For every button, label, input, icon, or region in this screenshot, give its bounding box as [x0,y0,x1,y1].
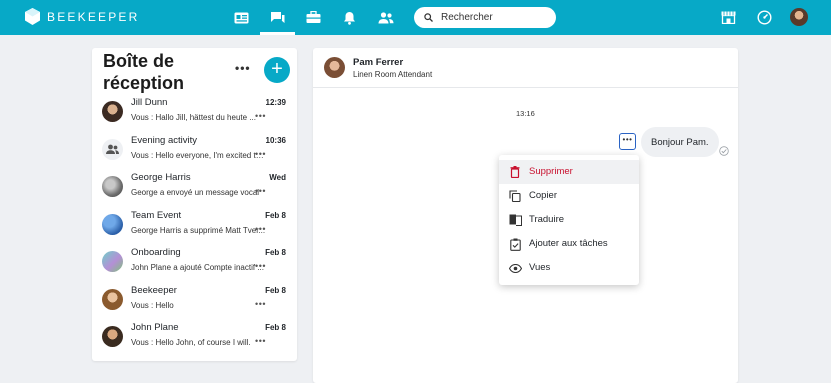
message-timestamp: 13:16 [516,109,535,118]
inbox-title: Boîte de réception [103,51,185,93]
conversation-avatar [102,176,123,197]
search-icon [424,13,433,22]
conversation-avatar [102,326,123,347]
conversation-avatar [102,138,123,160]
conversation-more-icon[interactable]: ••• [255,149,266,159]
beekeeper-logo-icon [25,8,40,25]
conversation-more-icon[interactable]: ••• [255,336,266,346]
conversation-name: Onboarding [131,247,181,258]
menu-label-delete: Supprimer [529,166,573,177]
conversation-avatar [102,288,123,310]
conversation-preview: Vous : Hello [131,300,174,310]
conversation-name: Beekeeper [131,284,177,296]
message-context-menu: Supprimer Copier Traduire Ajouter aux tâ… [499,155,639,285]
copy-icon [508,189,522,203]
conversation-item[interactable]: Team Event Feb 8 George Harris a supprimé … [92,209,297,246]
eye-icon [508,261,522,275]
conversation-item[interactable]: Evening activity 10:36 Vous : Hello everyo… [92,134,297,171]
conversation-name: George Harris [131,172,191,183]
search-placeholder: Rechercher [441,12,493,23]
conversation-more-icon[interactable]: ••• [255,261,266,271]
menu-item-copy[interactable]: Copier [499,184,639,208]
people-icon[interactable] [377,9,394,26]
conversation-more-icon[interactable]: ••• [255,299,266,309]
conversation-preview: John Plane a ajouté Compte inactif ... [131,263,264,272]
inbox-more-button[interactable]: ••• [235,61,251,75]
new-conversation-button[interactable]: + [264,57,290,83]
conversation-avatar [102,213,123,235]
conversation-item[interactable]: Onboarding Feb 8 John Plane a ajouté Compt… [92,246,297,283]
conversation-item[interactable]: John Plane Feb 8 Vous : Hello John, of cou… [92,321,297,358]
message-text: Bonjour Pam. [651,136,709,148]
menu-item-translate[interactable]: Traduire [499,208,639,232]
speedometer-icon[interactable] [756,9,773,26]
conversation-time: Feb 8 [265,210,286,220]
conversation-name: Evening activity [131,134,198,146]
menu-label-add-task: Ajouter aux tâches [529,238,608,249]
logo[interactable]: BEEKEEPER [25,8,140,25]
conversation-time: 10:36 [265,135,286,145]
conversation-preview: Vous : Hello John, of course I will. [131,338,251,347]
bell-icon[interactable] [341,9,358,26]
translate-icon [508,213,522,227]
brand-name: BEEKEEPER [47,9,140,24]
conversation-preview: George Harris a supprimé Matt Tver... [131,225,266,235]
conversation-name: Team Event [131,209,182,221]
search-input[interactable]: Rechercher [414,7,556,28]
conversation-item[interactable]: Jill Dunn 12:39 Vous : Hallo Jill, hättest… [92,96,297,133]
task-icon [508,237,522,251]
conversation-item[interactable]: Beekeeper Feb 8 Vous : Hello ••• [92,284,297,321]
top-bar: BEEKEEPER Rechercher [0,0,831,35]
menu-item-views[interactable]: Vues [499,256,639,280]
chat-header: Pam Ferrer Linen Room Attendant [313,48,738,88]
conversation-name: Jill Dunn [131,97,168,108]
news-icon[interactable] [233,9,250,26]
trash-icon [508,165,522,179]
message-options-button[interactable]: ••• [619,133,636,150]
conversation-preview: Vous : Hello everyone, I'm excited to... [131,150,266,160]
conversation-preview: Vous : Hallo Jill, hättest du heute ... [131,113,256,122]
user-avatar[interactable] [790,8,808,26]
store-icon[interactable] [720,9,737,26]
inbox-panel: Boîte de réception ••• + Jill Dunn 12:39 V… [92,48,297,361]
conversation-name: John Plane [131,322,179,333]
menu-item-delete[interactable]: Supprimer [499,160,639,184]
read-check-icon [719,146,729,156]
conversation-time: Feb 8 [265,248,286,257]
menu-label-views: Vues [529,262,551,273]
conversation-more-icon[interactable]: ••• [255,224,266,234]
menu-item-add-task[interactable]: Ajouter aux tâches [499,232,639,256]
active-tab-indicator [260,32,295,35]
conversation-preview: George a envoyé un message vocal [131,188,260,197]
conversation-time: Wed [269,173,286,182]
conversation-avatar [102,101,123,122]
conversation-avatar [102,251,123,272]
toolbox-icon[interactable] [305,9,322,26]
menu-label-copy: Copier [529,190,557,201]
chat-avatar[interactable] [324,57,345,78]
message-bubble[interactable]: Bonjour Pam. [641,127,719,157]
conversation-more-icon[interactable]: ••• [255,186,266,196]
group-icon [106,144,119,154]
menu-label-translate: Traduire [529,214,565,225]
chat-contact-role: Linen Room Attendant [353,70,433,79]
conversation-time: Feb 8 [265,323,286,332]
conversation-item[interactable]: George Harris Wed George a envoyé un messa… [92,171,297,208]
chat-icon[interactable] [269,9,286,26]
conversation-time: 12:39 [265,98,286,107]
chat-contact-name[interactable]: Pam Ferrer [353,57,403,68]
conversation-more-icon[interactable]: ••• [255,111,266,121]
conversation-time: Feb 8 [265,285,286,295]
